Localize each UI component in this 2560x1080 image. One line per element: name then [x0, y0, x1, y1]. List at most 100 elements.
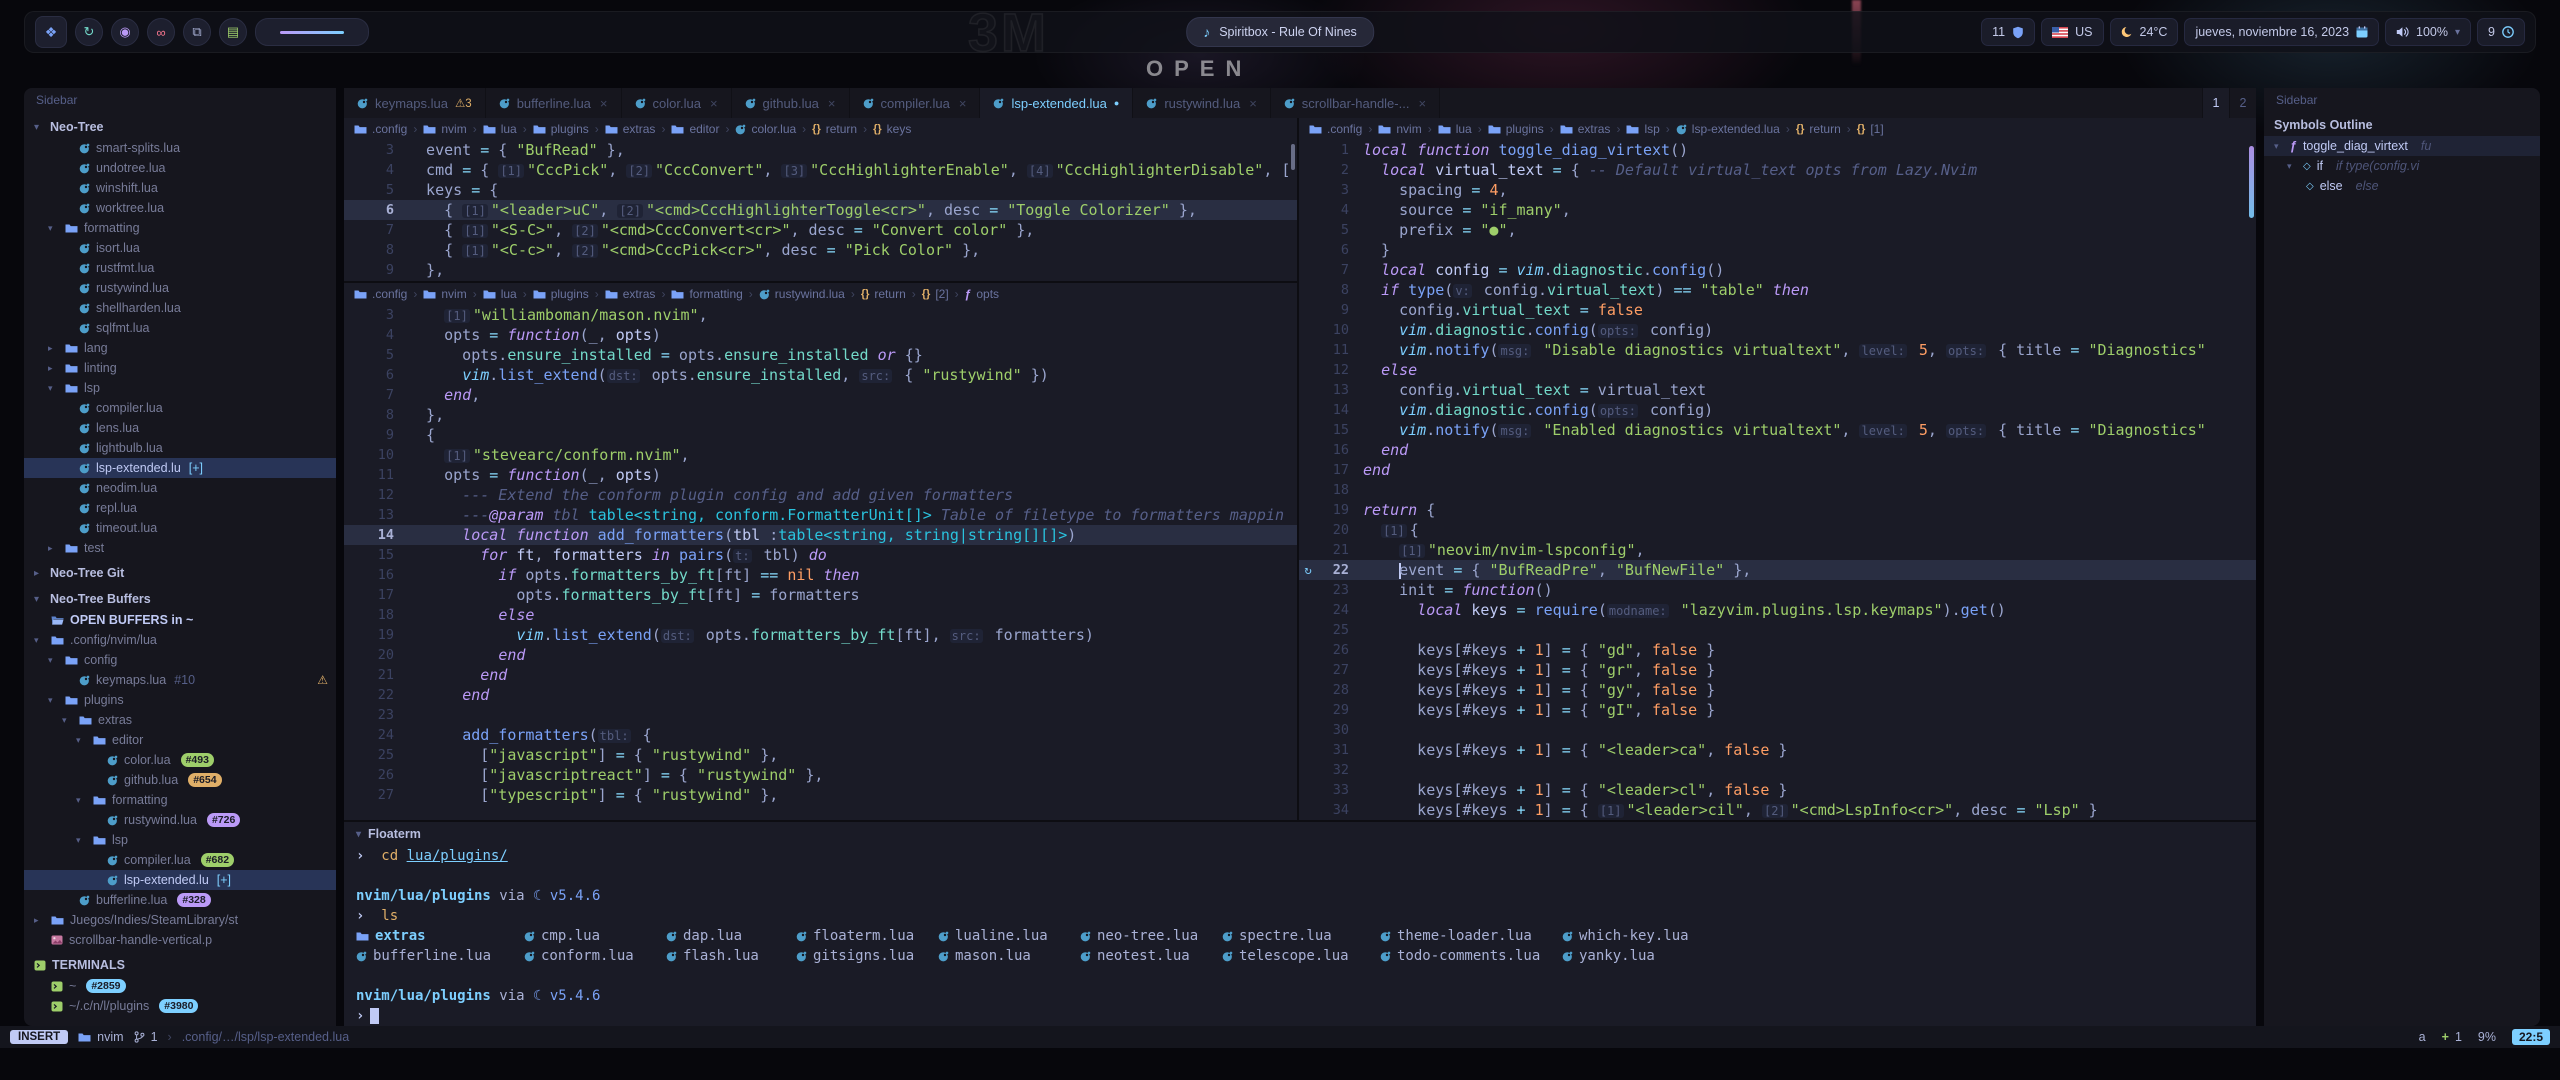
code-line[interactable]: 16 if opts.formatters_by_ft[ft] == nil t… — [344, 565, 1297, 585]
breadcrumb-item[interactable]: lsp — [1626, 122, 1659, 136]
tree-item[interactable]: ~/.c/n/l/plugins#3980 — [24, 996, 336, 1016]
sidebar-section-header[interactable]: ▸Neo-Tree Git — [24, 562, 336, 584]
code-line[interactable]: 1local function toggle_diag_virtext() — [1299, 140, 2256, 160]
code-line[interactable]: 8 { [1]"<C-c>", [2]"<cmd>CccPick<cr>", d… — [344, 240, 1297, 260]
tree-item[interactable]: shellharden.lua — [24, 298, 336, 318]
code-line[interactable]: 14 vim.diagnostic.config(opts: config) — [1299, 400, 2256, 420]
notes-icon[interactable]: ▤ — [219, 18, 247, 46]
code-line[interactable]: 22 end — [344, 685, 1297, 705]
tree-item[interactable]: neodim.lua — [24, 478, 336, 498]
tree-item[interactable]: compiler.lua#682 — [24, 850, 336, 870]
code-line[interactable]: 20 [1]{ — [1299, 520, 2256, 540]
tree-item[interactable]: keymaps.lua#10⚠ — [24, 670, 336, 690]
code-line[interactable]: 25 — [1299, 620, 2256, 640]
code-line[interactable]: 4 cmd = { [1]"CccPick", [2]"CccConvert",… — [344, 160, 1297, 180]
code-line[interactable]: 4 opts = function(_, opts) — [344, 325, 1297, 345]
breadcrumb-item[interactable]: extras — [1560, 122, 1611, 136]
code-line[interactable]: 19 vim.list_extend(dst: opts.formatters_… — [344, 625, 1297, 645]
code-line[interactable]: 8 if type(v: config.virtual_text) == "ta… — [1299, 280, 2256, 300]
breadcrumb-item[interactable]: .config — [354, 287, 407, 301]
breadcrumb-item[interactable]: plugins — [1488, 122, 1544, 136]
tree-item[interactable]: github.lua#654 — [24, 770, 336, 790]
code-line[interactable]: 7 local config = vim.diagnostic.config() — [1299, 260, 2256, 280]
tree-item[interactable]: rustfmt.lua — [24, 258, 336, 278]
sidebar-section-header[interactable]: ▾Neo-Tree Buffers — [24, 588, 336, 610]
keyboard-layout-pill[interactable]: US — [2041, 18, 2103, 46]
code-line[interactable]: 2 local virtual_text = { -- Default virt… — [1299, 160, 2256, 180]
tree-item[interactable]: ▾editor — [24, 730, 336, 750]
code-line[interactable]: 3 event = { "BufRead" }, — [344, 140, 1297, 160]
close-icon[interactable]: × — [1249, 96, 1257, 111]
code-line[interactable]: 31 keys[#keys + 1] = { "<leader>ca", fal… — [1299, 740, 2256, 760]
code-line[interactable]: 23 — [344, 705, 1297, 725]
outline-item[interactable]: ▾ƒtoggle_diag_virtextfu — [2264, 136, 2540, 156]
breadcrumb-item[interactable]: nvim — [423, 287, 466, 301]
breadcrumb-item[interactable]: extras — [605, 122, 656, 136]
tree-item[interactable]: smart-splits.lua — [24, 138, 336, 158]
breadcrumb-item[interactable]: ƒopts — [965, 287, 999, 301]
tab-rustywind-lua[interactable]: rustywind.lua× — [1133, 88, 1270, 118]
code-line[interactable]: 26 ["javascriptreact"] = { "rustywind" }… — [344, 765, 1297, 785]
code-line[interactable]: 18 else — [344, 605, 1297, 625]
update-icon[interactable]: ↻ — [75, 18, 103, 46]
close-icon[interactable]: × — [1418, 96, 1426, 111]
git-branch-segment[interactable]: 1 — [134, 1030, 158, 1044]
breadcrumb-item[interactable]: {}return — [1796, 122, 1841, 136]
tab-lsp-extended-lua[interactable]: lsp-extended.lua● — [980, 88, 1133, 118]
tree-item[interactable]: isort.lua — [24, 238, 336, 258]
code-line[interactable]: 11 vim.notify(msg: "Disable diagnostics … — [1299, 340, 2256, 360]
code-line[interactable]: 5 prefix = "●", — [1299, 220, 2256, 240]
tree-item[interactable]: ▾lsp — [24, 830, 336, 850]
tree-item[interactable]: lens.lua — [24, 418, 336, 438]
code-line[interactable]: 7 end, — [344, 385, 1297, 405]
code-line[interactable]: 17 opts.formatters_by_ft[ft] = formatter… — [344, 585, 1297, 605]
breadcrumb-item[interactable]: nvim — [1378, 122, 1421, 136]
code-line[interactable]: 32 — [1299, 760, 2256, 780]
close-icon[interactable]: × — [710, 96, 718, 111]
tree-item[interactable]: sqlfmt.lua — [24, 318, 336, 338]
code-line[interactable]: 7 { [1]"<S-C>", [2]"<cmd>CccConvert<cr>"… — [344, 220, 1297, 240]
copy-icon[interactable]: ⧉ — [183, 18, 211, 46]
code-line[interactable]: 8 }, — [344, 405, 1297, 425]
tree-item[interactable]: undotree.lua — [24, 158, 336, 178]
tree-item[interactable]: compiler.lua — [24, 398, 336, 418]
terminal-output[interactable]: › cd lua/plugins/nvim/lua/plugins via ☾ … — [344, 846, 2256, 1026]
code-line[interactable]: 30 — [1299, 720, 2256, 740]
tree-item[interactable]: timeout.lua — [24, 518, 336, 538]
clock-pill[interactable]: 9 — [2477, 18, 2525, 46]
tree-item[interactable]: ▾formatting — [24, 218, 336, 238]
record-icon[interactable]: ◉ — [111, 18, 139, 46]
code-line[interactable]: 4 source = "if_many", — [1299, 200, 2256, 220]
code-line[interactable]: 16 end — [1299, 440, 2256, 460]
weather-pill[interactable]: 24°C — [2110, 18, 2179, 46]
tab-color-lua[interactable]: color.lua× — [622, 88, 732, 118]
code-line[interactable]: 23 init = function() — [1299, 580, 2256, 600]
code-line[interactable]: 11 opts = function(_, opts) — [344, 465, 1297, 485]
tree-item[interactable]: OPEN BUFFERS in ~ — [24, 610, 336, 630]
tree-item[interactable]: lightbulb.lua — [24, 438, 336, 458]
tree-item[interactable]: color.lua#493 — [24, 750, 336, 770]
breadcrumb-item[interactable]: .config — [1309, 122, 1362, 136]
breadcrumb-item[interactable]: lua — [483, 287, 517, 301]
code-line[interactable]: 6 } — [1299, 240, 2256, 260]
code-line[interactable]: 9 config.virtual_text = false — [1299, 300, 2256, 320]
breadcrumb-item[interactable]: plugins — [533, 287, 589, 301]
breadcrumb-item[interactable]: {}return — [812, 122, 857, 136]
date-pill[interactable]: jueves, noviembre 16, 2023 — [2184, 18, 2379, 46]
tree-item[interactable]: ▸test — [24, 538, 336, 558]
code-line[interactable]: 18 — [1299, 480, 2256, 500]
code-line[interactable]: 5 keys = { — [344, 180, 1297, 200]
breadcrumb-item[interactable]: editor — [671, 122, 719, 136]
code-line[interactable]: 21 end — [344, 665, 1297, 685]
breadcrumb-item[interactable]: color.lua — [735, 122, 796, 136]
tree-item[interactable]: ▾config — [24, 650, 336, 670]
sidebar-section-header[interactable]: ▾Neo-Tree — [24, 116, 336, 138]
breadcrumb-item[interactable]: {}[2] — [922, 287, 949, 301]
breadcrumb-item[interactable]: .config — [354, 122, 407, 136]
tree-item[interactable]: rustywind.lua#726 — [24, 810, 336, 830]
code-line[interactable]: 29 keys[#keys + 1] = { "gI", false } — [1299, 700, 2256, 720]
code-line[interactable]: 15 for ft, formatters in pairs(t: tbl) d… — [344, 545, 1297, 565]
code-line[interactable]: 10 [1]"stevearc/conform.nvim", — [344, 445, 1297, 465]
breadcrumb-item[interactable]: {}return — [861, 287, 906, 301]
tab-github-lua[interactable]: github.lua× — [732, 88, 850, 118]
